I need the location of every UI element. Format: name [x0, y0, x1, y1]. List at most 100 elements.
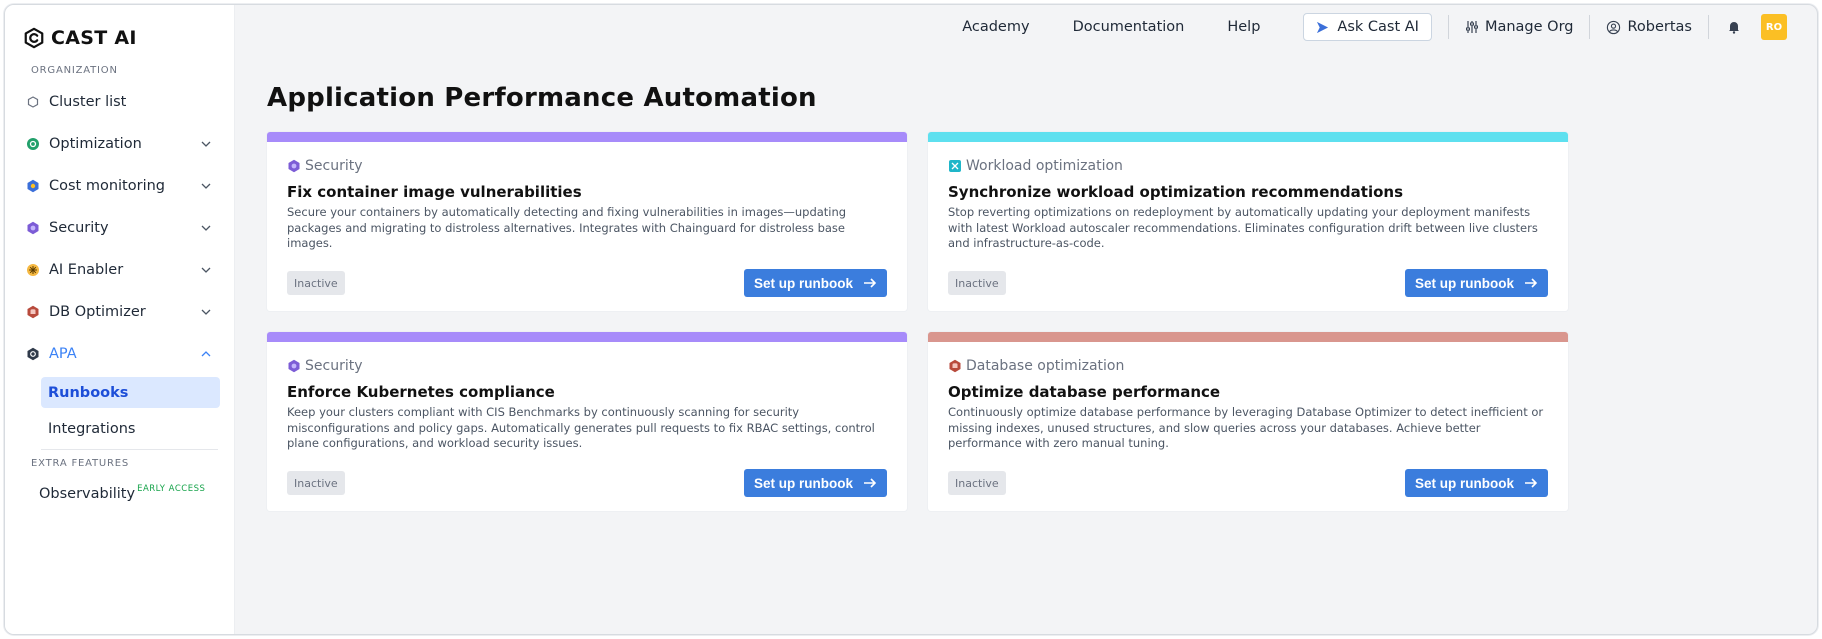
- card-category-label: Workload optimization: [966, 158, 1123, 174]
- apa-icon: [25, 346, 41, 362]
- button-label: Set up runbook: [754, 475, 853, 491]
- card-description: Stop reverting optimizations on redeploy…: [948, 205, 1538, 250]
- card-category-label: Security: [305, 358, 363, 374]
- status-badge: Inactive: [287, 271, 345, 295]
- sidebar-subitem-runbooks[interactable]: Runbooks: [41, 377, 220, 408]
- runbook-card: Workload optimization Synchronize worklo…: [928, 132, 1568, 311]
- chevron-down-icon[interactable]: [200, 138, 212, 150]
- card-accent-bar: [267, 332, 907, 342]
- sidebar-divider: [41, 449, 218, 450]
- card-category: Security: [287, 356, 887, 376]
- chevron-up-icon[interactable]: [200, 348, 212, 360]
- database-optimization-icon: [949, 359, 961, 373]
- user-name: Robertas: [1627, 19, 1692, 35]
- sidebar-subitem-integrations[interactable]: Integrations: [41, 413, 220, 444]
- security-shield-icon: [288, 359, 300, 373]
- status-badge: Inactive: [287, 471, 345, 495]
- arrow-right-icon: [1525, 478, 1538, 488]
- sidebar-item-label: DB Optimizer: [49, 304, 146, 320]
- set-up-runbook-button[interactable]: Set up runbook: [1405, 269, 1548, 297]
- topbar-divider: [1447, 15, 1449, 39]
- sidebar-item-label: Cluster list: [49, 94, 127, 110]
- card-description: Keep your clusters compliant with CIS Be…: [287, 405, 875, 450]
- sidebar-item-label: Cost monitoring: [49, 178, 165, 194]
- manage-org-label: Manage Org: [1484, 19, 1574, 35]
- ai-enabler-icon: [25, 262, 41, 278]
- user-menu[interactable]: Robertas: [1606, 19, 1692, 35]
- chevron-down-icon[interactable]: [200, 222, 212, 234]
- ask-cast-ai-button[interactable]: Ask Cast AI: [1303, 13, 1432, 41]
- chevron-down-icon[interactable]: [200, 180, 212, 192]
- sidebar-item-label: Observability: [39, 486, 136, 502]
- optimization-icon: [25, 136, 41, 152]
- cast-ai-logo-icon: [24, 27, 44, 49]
- button-label: Set up runbook: [1415, 475, 1514, 491]
- sidebar-item-label: AI Enabler: [49, 262, 124, 278]
- help-link[interactable]: Help: [1227, 19, 1260, 35]
- sparkle-icon: [1317, 21, 1329, 33]
- status-badge: Inactive: [948, 271, 1006, 295]
- sidebar-item-cost-monitoring[interactable]: Cost monitoring: [19, 165, 220, 207]
- sidebar-item-security[interactable]: Security: [19, 207, 220, 249]
- card-category-label: Database optimization: [966, 358, 1125, 374]
- manage-org-button[interactable]: Manage Org: [1465, 19, 1574, 35]
- runbook-cards-grid: Security Fix container image vulnerabili…: [267, 132, 1569, 511]
- card-category: Workload optimization: [948, 156, 1548, 176]
- chevron-down-icon[interactable]: [200, 264, 212, 276]
- main-content: Academy Documentation Help Ask Cast AI M…: [235, 5, 1817, 634]
- sidebar-item-observability[interactable]: Observability EARLY ACCESS: [19, 484, 220, 502]
- academy-link[interactable]: Academy: [962, 19, 1029, 35]
- button-label: Set up runbook: [1415, 275, 1514, 291]
- chevron-down-icon[interactable]: [200, 306, 212, 318]
- documentation-link[interactable]: Documentation: [1073, 19, 1185, 35]
- avatar[interactable]: RO: [1761, 14, 1787, 40]
- runbook-card: Database optimization Optimize database …: [928, 332, 1568, 511]
- status-badge: Inactive: [948, 471, 1006, 495]
- sidebar-item-cluster-list[interactable]: Cluster list: [19, 81, 220, 123]
- set-up-runbook-button[interactable]: Set up runbook: [1405, 469, 1548, 497]
- runbook-card: Security Fix container image vulnerabili…: [267, 132, 907, 311]
- topbar-divider: [1708, 15, 1709, 39]
- ask-cast-ai-label: Ask Cast AI: [1337, 19, 1419, 35]
- card-description: Secure your containers by automatically …: [287, 205, 847, 250]
- sidebar-item-label: Optimization: [49, 136, 142, 152]
- brand-name: CAST AI: [51, 27, 137, 49]
- cost-monitoring-icon: [25, 178, 41, 194]
- sidebar-item-label: Security: [49, 220, 109, 236]
- brand-logo[interactable]: CAST AI: [19, 23, 220, 53]
- card-category: Database optimization: [948, 356, 1548, 376]
- sliders-icon: [1465, 21, 1478, 33]
- hexagon-outline-icon: [25, 94, 41, 110]
- page-title: Application Performance Automation: [267, 83, 817, 113]
- card-title: Enforce Kubernetes compliance: [287, 383, 555, 401]
- user-circle-icon: [1607, 20, 1621, 34]
- security-shield-icon: [25, 220, 41, 236]
- sidebar: CAST AI ORGANIZATION Cluster list Optimi…: [5, 5, 235, 634]
- sidebar-item-apa[interactable]: APA: [19, 333, 220, 375]
- card-title: Fix container image vulnerabilities: [287, 183, 582, 201]
- bell-icon[interactable]: [1727, 20, 1741, 34]
- sidebar-item-db-optimizer[interactable]: DB Optimizer: [19, 291, 220, 333]
- card-accent-bar: [267, 132, 907, 142]
- card-category: Security: [287, 156, 887, 176]
- card-accent-bar: [928, 332, 1568, 342]
- runbook-card: Security Enforce Kubernetes compliance K…: [267, 332, 907, 511]
- section-label-extra-features: EXTRA FEATURES: [31, 458, 130, 469]
- arrow-right-icon: [864, 478, 877, 488]
- topbar-divider: [1589, 15, 1591, 39]
- arrow-right-icon: [1525, 278, 1538, 288]
- card-description: Continuously optimize database performan…: [948, 405, 1544, 450]
- workload-optimization-icon: [949, 160, 961, 172]
- sidebar-item-label: APA: [49, 346, 77, 362]
- set-up-runbook-button[interactable]: Set up runbook: [744, 269, 887, 297]
- security-shield-icon: [288, 159, 300, 173]
- sidebar-item-ai-enabler[interactable]: AI Enabler: [19, 249, 220, 291]
- set-up-runbook-button[interactable]: Set up runbook: [744, 469, 887, 497]
- card-category-label: Security: [305, 158, 363, 174]
- card-title: Synchronize workload optimization recomm…: [948, 183, 1404, 201]
- card-accent-bar: [928, 132, 1568, 142]
- app-window: CAST AI ORGANIZATION Cluster list Optimi…: [4, 4, 1818, 635]
- top-navigation: Academy Documentation Help Ask Cast AI M…: [919, 5, 1817, 49]
- sidebar-item-optimization[interactable]: Optimization: [19, 123, 220, 165]
- arrow-right-icon: [864, 278, 877, 288]
